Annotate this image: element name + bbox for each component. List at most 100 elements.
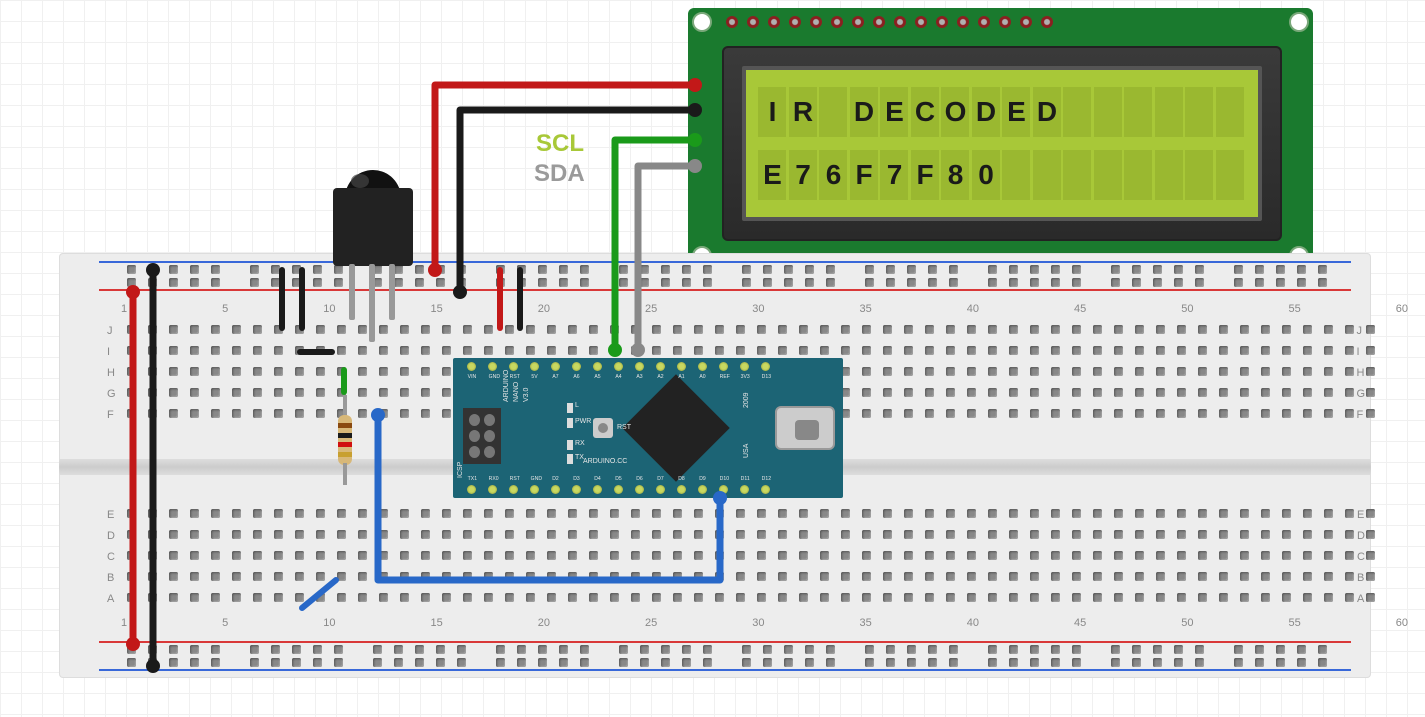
nano-pin-label: RST — [510, 476, 518, 481]
nano-bot-pin-labels: TX1RX0RSTGNDD2D3D4D5D6D7D8D9D10D11D12 — [467, 476, 770, 482]
lcd-module: IR DECODED E76F7F80 — [688, 8, 1313, 270]
lcd-cell — [1124, 87, 1152, 137]
lcd-cell: I — [758, 87, 786, 137]
lcd-cell — [1124, 150, 1152, 200]
nano-site: ARDUINO.CC — [583, 458, 627, 465]
bb-col-number: 55 — [1289, 617, 1301, 629]
bb-row-letter: C — [107, 551, 115, 563]
lcd-cell: R — [789, 87, 817, 137]
bb-col-number: 5 — [222, 303, 228, 315]
nano-mcu-chip — [622, 374, 729, 481]
sda-label: SDA — [534, 160, 585, 188]
nano-pin-label: A7 — [552, 374, 560, 379]
nano-pin-label: D2 — [552, 476, 560, 481]
lcd-cell: O — [941, 87, 969, 137]
bb-col-number: 50 — [1181, 617, 1193, 629]
nano-pin-label: D3 — [573, 476, 581, 481]
bb-col-number: 20 — [538, 303, 550, 315]
lcd-cell — [1185, 150, 1213, 200]
ir-leg — [389, 264, 395, 320]
nano-usa: USA — [743, 444, 750, 458]
lcd-cell: E — [1002, 87, 1030, 137]
ir-body — [333, 188, 413, 266]
nano-pin-label: 3V3 — [741, 374, 749, 379]
nano-pin-label: RX0 — [489, 476, 497, 481]
bb-col-number: 5 — [222, 617, 228, 629]
lcd-cell: 7 — [789, 150, 817, 200]
bb-col-number: 10 — [323, 303, 335, 315]
nano-pin-label: D7 — [657, 476, 665, 481]
nano-model2: V3.0 — [523, 388, 530, 402]
bb-col-number: 15 — [431, 617, 443, 629]
arduino-nano: ARDUINO NANO V3.0 ICSP ARDUINO.CC RST L … — [453, 358, 843, 498]
nano-pin-label: A1 — [678, 374, 686, 379]
bb-col-number: 20 — [538, 617, 550, 629]
bb-col-number: 15 — [431, 303, 443, 315]
lcd-cell — [1155, 150, 1183, 200]
bb-row-letter: E — [107, 509, 115, 521]
resistor — [338, 395, 352, 485]
lcd-cell — [1094, 150, 1122, 200]
bb-row-letter: F — [107, 409, 116, 421]
nano-led-tx — [567, 454, 573, 464]
bb-col-number: 40 — [967, 303, 979, 315]
nano-pin-label: RST — [510, 374, 518, 379]
bb-row-letter: B — [107, 572, 115, 584]
nano-rx-label: RX — [575, 440, 585, 447]
nano-led-l — [567, 403, 573, 413]
lcd-cell — [1094, 87, 1122, 137]
nano-pin-label: A2 — [657, 374, 665, 379]
wire-end — [126, 637, 140, 651]
ir-leg — [369, 264, 375, 342]
bb-col-labels: 151015202530354045505560 — [121, 303, 1408, 315]
lcd-row-2: E76F7F80 — [758, 150, 1246, 200]
wire-end — [146, 263, 160, 277]
resistor-lead — [343, 395, 347, 417]
bb-ties-bot — [127, 509, 1375, 614]
bb-row-letter: J — [107, 325, 116, 337]
bb-rail-line — [99, 261, 1351, 263]
bb-row-labels: EDCBA — [107, 509, 115, 605]
wire-end — [453, 285, 467, 299]
nano-pin-label: D9 — [699, 476, 707, 481]
wire-end — [631, 343, 645, 357]
nano-pin-label: VIN — [468, 374, 476, 379]
nano-pin-label: GND — [489, 374, 497, 379]
nano-pin-label: D5 — [615, 476, 623, 481]
bb-col-number: 35 — [860, 617, 872, 629]
lcd-pin-row — [726, 16, 1053, 28]
bb-row-labels: JIHGF — [107, 325, 116, 421]
bb-col-number: 40 — [967, 617, 979, 629]
nano-reset-button[interactable] — [593, 418, 613, 438]
lcd-cell — [1063, 150, 1091, 200]
wire-end — [371, 408, 385, 422]
wire-end — [428, 263, 442, 277]
nano-pin-label: GND — [531, 476, 539, 481]
nano-year: 2009 — [743, 392, 750, 408]
lcd-cell: D — [1033, 87, 1061, 137]
lcd-cell — [1155, 87, 1183, 137]
nano-pin-label: D13 — [762, 374, 770, 379]
lcd-cell: 8 — [941, 150, 969, 200]
nano-pin-label: A6 — [573, 374, 581, 379]
lcd-cell — [1002, 150, 1030, 200]
nano-l-label: L — [575, 402, 579, 409]
nano-pin-label: D4 — [594, 476, 602, 481]
nano-pin-label: A0 — [699, 374, 707, 379]
bb-col-number: 60 — [1396, 617, 1408, 629]
wire-end — [688, 103, 702, 117]
wire-end — [126, 285, 140, 299]
nano-pin-label: D11 — [741, 476, 749, 481]
nano-icsp-label: ICSP — [457, 462, 464, 478]
nano-rst-label: RST — [617, 424, 631, 431]
lcd-cell: 7 — [880, 150, 908, 200]
bb-row-letter: I — [107, 346, 116, 358]
nano-model1: NANO — [513, 382, 520, 402]
bb-rail-line — [99, 641, 1351, 643]
nano-pin-label: REF — [720, 374, 728, 379]
nano-pwr-label: PWR — [575, 418, 591, 425]
nano-pins-top — [467, 362, 770, 371]
nano-led-pwr — [567, 418, 573, 428]
ir-receiver — [333, 170, 413, 290]
scl-label: SCL — [536, 130, 584, 158]
